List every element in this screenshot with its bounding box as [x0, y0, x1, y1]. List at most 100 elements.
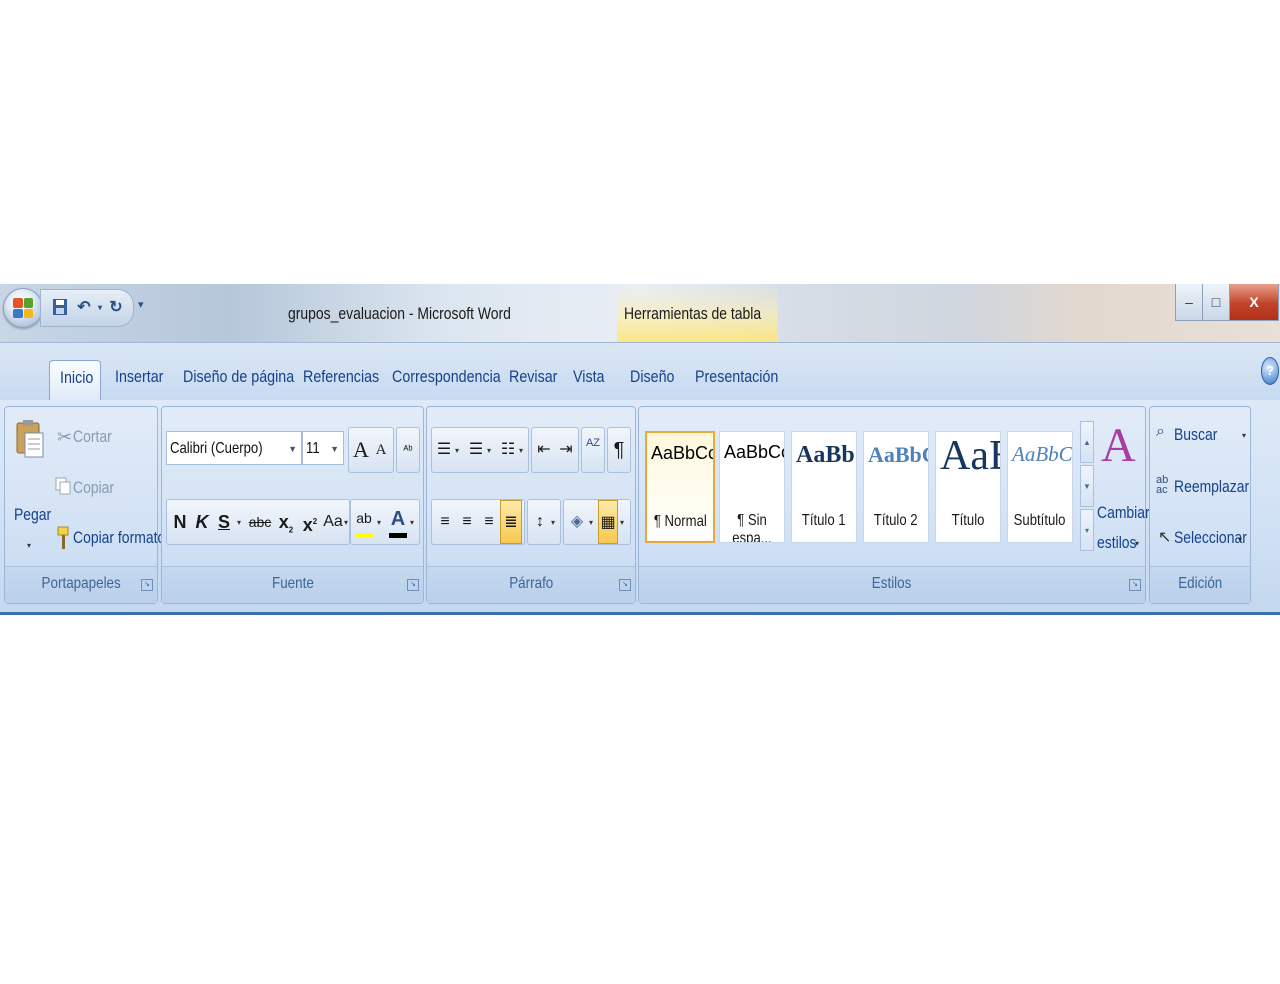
show-marks-icon[interactable]: ¶: [608, 428, 630, 472]
justify-icon[interactable]: ≣: [500, 500, 522, 544]
gallery-up-icon[interactable]: ▲: [1080, 421, 1094, 463]
customize-qat-icon[interactable]: ▾: [138, 298, 144, 311]
cut-label: Cortar: [73, 427, 112, 446]
underline-dropdown-icon[interactable]: ▾: [237, 518, 241, 527]
font-color-dropdown-icon[interactable]: ▾: [410, 518, 414, 527]
style-sample: AaBbC(: [796, 442, 856, 468]
tab-insertar[interactable]: Insertar: [115, 360, 173, 400]
underline-button[interactable]: S: [213, 500, 235, 544]
numbering-dropdown-icon[interactable]: ▾: [487, 446, 491, 455]
chevron-down-icon: ▼: [330, 444, 339, 454]
bullets-icon[interactable]: ☰: [434, 428, 454, 472]
find-dropdown-icon[interactable]: ▾: [1242, 431, 1246, 440]
tab-referencias[interactable]: Referencias: [303, 360, 394, 400]
dialog-launcher-icon[interactable]: ↘: [619, 579, 631, 591]
grow-font-button[interactable]: A: [351, 428, 371, 472]
align-left-icon[interactable]: ≡: [434, 500, 456, 544]
tab-label: Presentación: [695, 367, 779, 386]
style-name: Título: [936, 512, 1000, 530]
dialog-launcher-icon[interactable]: ↘: [407, 579, 419, 591]
style-name: ¶ Normal: [647, 513, 713, 531]
paste-dropdown-icon[interactable]: ▾: [27, 541, 31, 550]
office-button[interactable]: [3, 288, 43, 328]
tab-revisar[interactable]: Revisar: [509, 360, 567, 400]
multilevel-list-icon[interactable]: ☷: [498, 428, 518, 472]
gallery-down-icon[interactable]: ▼: [1080, 465, 1094, 507]
numbering-icon[interactable]: ☰: [466, 428, 486, 472]
copy-label: Copiar: [73, 478, 115, 497]
style-titulo[interactable]: AaB Título: [935, 431, 1001, 543]
restore-button[interactable]: □: [1202, 284, 1230, 321]
increase-indent-icon[interactable]: ⇥: [556, 428, 576, 472]
tab-diseno-pagina[interactable]: Diseño de página: [183, 360, 315, 400]
tab-label: Diseño: [630, 367, 675, 386]
subscript-button[interactable]: x2: [275, 500, 297, 544]
styles-gallery-scroll: ▲ ▼ ▾: [1080, 421, 1094, 553]
borders-dropdown-icon[interactable]: ▾: [620, 518, 624, 527]
select-cursor-icon: ↖: [1158, 529, 1172, 546]
minimize-button[interactable]: –: [1175, 284, 1203, 321]
multilevel-dropdown-icon[interactable]: ▾: [519, 446, 523, 455]
paste-icon[interactable]: [15, 419, 45, 464]
help-icon[interactable]: ?: [1261, 357, 1279, 385]
clear-formatting-icon[interactable]: ᴬᵇ: [397, 428, 419, 472]
shading-icon[interactable]: ◈: [566, 500, 588, 544]
font-name-combo[interactable]: Calibri (Cuerpo) ▼: [166, 431, 302, 465]
superscript-button[interactable]: x2: [299, 500, 321, 544]
copy-button[interactable]: Copiar: [73, 478, 123, 498]
style-titulo-2[interactable]: AaBbCc Título 2: [863, 431, 929, 543]
paste-button[interactable]: Pegar: [14, 505, 59, 525]
change-case-button[interactable]: Aa: [322, 500, 344, 544]
tab-diseno[interactable]: Diseño: [630, 360, 683, 400]
tab-label: Revisar: [509, 367, 558, 386]
shading-dropdown-icon[interactable]: ▾: [589, 518, 593, 527]
sort-icon[interactable]: AZ: [582, 428, 604, 472]
gallery-more-icon[interactable]: ▾: [1080, 509, 1094, 551]
font-color-button[interactable]: A: [387, 500, 409, 544]
format-painter-icon: [55, 525, 71, 556]
dialog-launcher-icon[interactable]: ↘: [1129, 579, 1141, 591]
align-right-icon[interactable]: ≡: [478, 500, 500, 544]
style-titulo-1[interactable]: AaBbC( Título 1: [791, 431, 857, 543]
line-spacing-icon[interactable]: ↕: [530, 500, 550, 544]
change-styles-icon[interactable]: A: [1101, 421, 1136, 471]
decrease-indent-icon[interactable]: ⇤: [534, 428, 554, 472]
group-label-text: Edición: [1177, 575, 1223, 592]
change-styles-dropdown-icon[interactable]: ▾: [1135, 539, 1139, 548]
font-name-value: Calibri (Cuerpo): [170, 440, 263, 457]
style-subtitulo[interactable]: AaBbCc. Subtítulo: [1007, 431, 1073, 543]
ribbon-tabs: Inicio Insertar Diseño de página Referen…: [0, 342, 1280, 401]
redo-icon[interactable]: ↻: [107, 298, 125, 318]
italic-button[interactable]: K: [191, 500, 213, 544]
subscript-x: x: [278, 512, 289, 532]
tab-correspondencia[interactable]: Correspondencia: [392, 360, 521, 400]
align-center-icon[interactable]: ≡: [456, 500, 478, 544]
highlight-dropdown-icon[interactable]: ▾: [377, 518, 381, 527]
borders-icon[interactable]: ▦: [598, 500, 618, 544]
dialog-launcher-icon[interactable]: ↘: [141, 579, 153, 591]
font-size-combo[interactable]: 11 ▼: [302, 431, 344, 465]
find-button[interactable]: Buscar: [1174, 425, 1227, 445]
line-spacing-dropdown-icon[interactable]: ▾: [551, 518, 555, 527]
change-case-dropdown-icon[interactable]: ▾: [344, 518, 348, 527]
select-button[interactable]: Seleccionar: [1174, 528, 1263, 548]
font-format-row: N K S ▾ abc x2 x2 Aa ▾: [166, 499, 350, 545]
strikethrough-button[interactable]: abc: [247, 500, 273, 544]
cut-button[interactable]: Cortar: [73, 427, 120, 447]
tab-label: Vista: [573, 367, 605, 386]
tab-presentacion[interactable]: Presentación: [695, 360, 794, 400]
style-sin-espaciado[interactable]: AaBbCcDc ¶ Sin espa...: [719, 431, 785, 543]
bullets-dropdown-icon[interactable]: ▾: [455, 446, 459, 455]
close-button[interactable]: X: [1229, 284, 1279, 321]
select-dropdown-icon[interactable]: ▾: [1238, 535, 1242, 544]
style-name: ¶ Sin espa...: [720, 512, 784, 542]
chevron-down-icon: ▼: [288, 444, 297, 454]
shrink-font-button[interactable]: A: [371, 428, 391, 472]
tab-vista[interactable]: Vista: [573, 360, 611, 400]
replace-button[interactable]: Reemplazar: [1174, 477, 1266, 497]
highlight-button[interactable]: ab: [353, 500, 375, 544]
save-icon[interactable]: [51, 298, 69, 318]
style-normal[interactable]: AaBbCcDc ¶ Normal: [645, 431, 715, 543]
tab-inicio[interactable]: Inicio: [49, 360, 101, 401]
bold-button[interactable]: N: [169, 500, 191, 544]
